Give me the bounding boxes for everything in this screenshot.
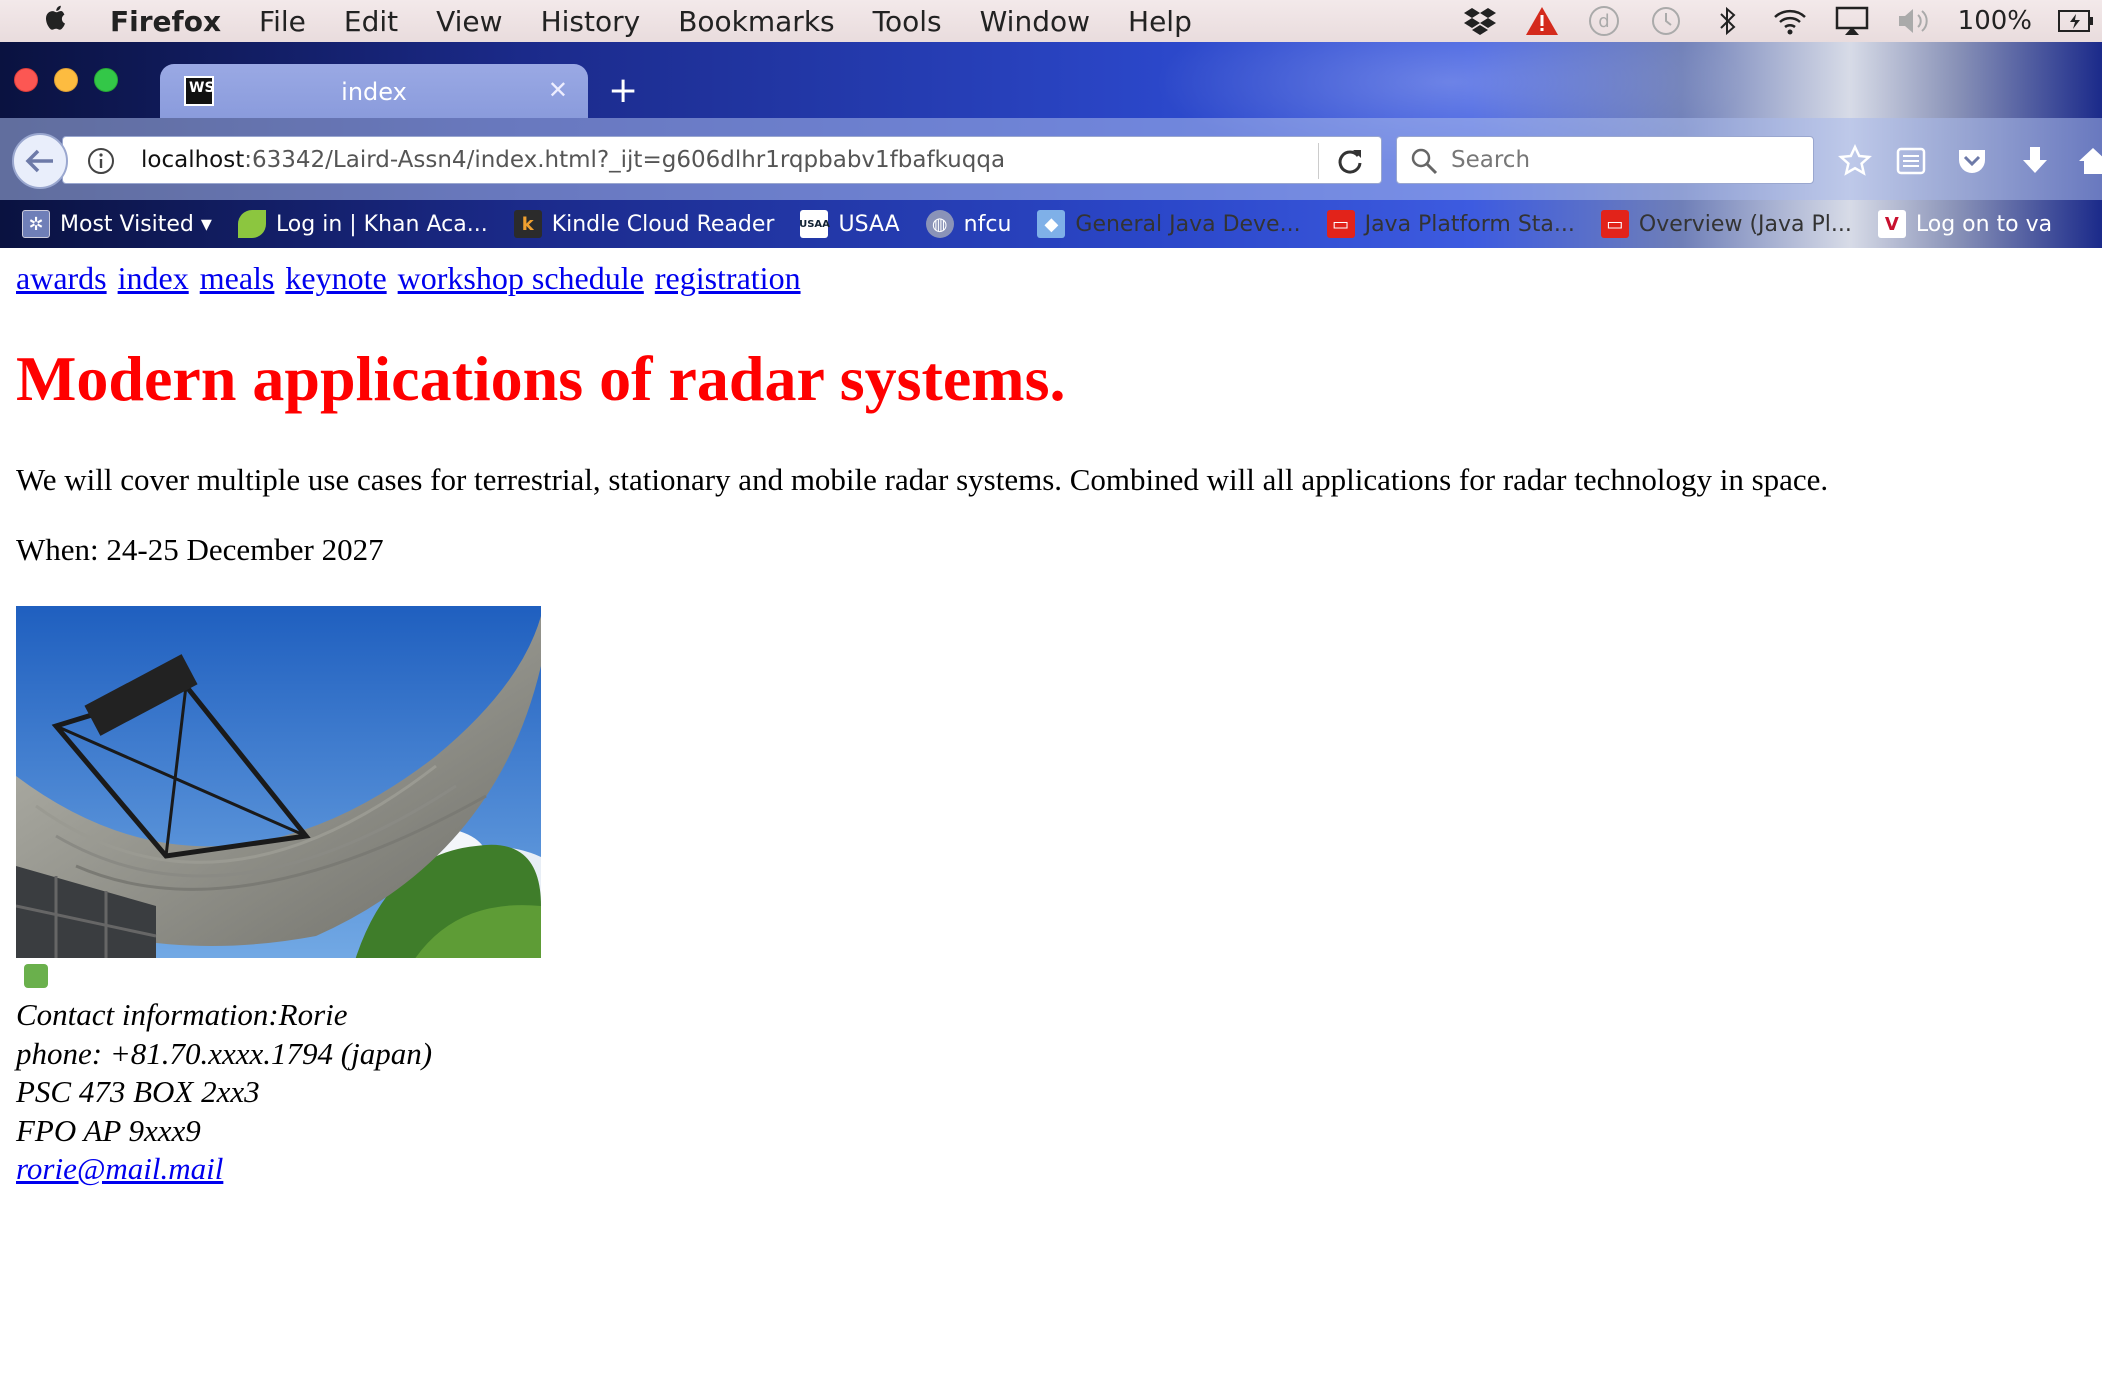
- bookmark-label: USAA: [838, 211, 900, 237]
- menu-app-name[interactable]: Firefox: [110, 5, 221, 38]
- reading-list-icon[interactable]: [1894, 144, 1928, 178]
- info-icon[interactable]: [87, 147, 115, 175]
- menu-edit[interactable]: Edit: [344, 5, 398, 38]
- event-date: When: 24-25 December 2027: [16, 532, 384, 567]
- bookmark-label: nfcu: [963, 211, 1012, 237]
- minimize-window-button[interactable]: [54, 68, 78, 92]
- battery-percent: 100%: [1957, 6, 2032, 36]
- nav-link-meals[interactable]: meals: [200, 260, 275, 296]
- page-heading: Modern applications of radar systems.: [16, 343, 1066, 414]
- gear-icon: ✲: [22, 210, 50, 238]
- menu-bookmarks[interactable]: Bookmarks: [678, 5, 834, 38]
- url-path: :63342/Laird-Assn4/index.html?_ijt=g606d…: [244, 147, 1006, 173]
- bookmark-label: Most Visited ▾: [60, 211, 212, 237]
- search-bar[interactable]: Search: [1396, 136, 1814, 184]
- oracle-icon: ▭: [1326, 210, 1355, 238]
- contact-address-line-2: FPO AP 9xxx9: [16, 1112, 201, 1148]
- menu-help[interactable]: Help: [1128, 5, 1192, 38]
- warning-icon[interactable]: [1524, 5, 1560, 37]
- menu-view[interactable]: View: [436, 5, 502, 38]
- bookmark-label: General Java Deve...: [1075, 211, 1301, 237]
- menu-tools[interactable]: Tools: [873, 5, 942, 38]
- d-circle-icon[interactable]: d: [1586, 5, 1622, 37]
- cube-icon: ◆: [1037, 210, 1066, 238]
- contact-phone: phone: +81.70.xxxx.1794 (japan): [16, 1035, 433, 1071]
- tab-close-icon[interactable]: ✕: [548, 76, 568, 104]
- nav-link-workshop-schedule[interactable]: workshop schedule: [398, 260, 644, 296]
- bookmark-label: Log in | Khan Aca...: [275, 211, 488, 237]
- bookmarks-toolbar: ✲ Most Visited ▾ Log in | Khan Aca... k …: [0, 200, 2102, 248]
- pocket-icon[interactable]: [1955, 144, 1989, 178]
- bookmark-most-visited[interactable]: ✲ Most Visited ▾: [22, 210, 212, 238]
- zoom-window-button[interactable]: [94, 68, 118, 92]
- url-host: localhost: [141, 147, 245, 173]
- radar-dish-photo: [16, 606, 541, 994]
- tab-title: index: [341, 78, 407, 106]
- back-button[interactable]: [12, 133, 68, 189]
- bookmark-label: Overview (Java Pl...: [1638, 211, 1852, 237]
- url-separator: [1318, 143, 1319, 179]
- new-tab-button[interactable]: +: [608, 70, 638, 111]
- kindle-icon: k: [513, 210, 542, 238]
- contact-info: Contact information:Rorie phone: +81.70.…: [16, 996, 432, 1189]
- tab-index[interactable]: WS index ✕: [160, 64, 588, 118]
- search-icon: [1411, 148, 1438, 175]
- globe-icon: ◍: [925, 210, 954, 238]
- nav-link-keynote[interactable]: keynote: [285, 260, 386, 296]
- bookmark-kindle-cloud-reader[interactable]: k Kindle Cloud Reader: [513, 210, 775, 238]
- bookmark-label: Kindle Cloud Reader: [551, 211, 775, 237]
- search-placeholder: Search: [1451, 147, 1531, 173]
- battery-icon[interactable]: [2058, 5, 2094, 37]
- event-description: We will cover multiple use cases for ter…: [16, 462, 1829, 497]
- usaa-icon: USAA: [799, 210, 830, 238]
- bookmark-overview-java[interactable]: ▭ Overview (Java Pl...: [1600, 210, 1852, 238]
- volume-icon[interactable]: [1896, 5, 1932, 37]
- bookmark-label: Java Platform Sta...: [1364, 211, 1575, 237]
- reload-icon[interactable]: [1335, 146, 1365, 176]
- bookmark-khan-academy[interactable]: Log in | Khan Aca...: [237, 210, 488, 238]
- bookmark-usaa[interactable]: USAA USAA: [799, 210, 900, 238]
- bookmark-log-on-to-va[interactable]: V Log on to va: [1877, 210, 2053, 238]
- nav-link-awards[interactable]: awards: [16, 260, 107, 296]
- dropbox-icon[interactable]: [1462, 5, 1498, 37]
- oracle-icon: ▭: [1600, 210, 1629, 238]
- nav-link-registration[interactable]: registration: [655, 260, 801, 296]
- bookmark-java-platform[interactable]: ▭ Java Platform Sta...: [1326, 210, 1575, 238]
- back-arrow-icon: [25, 149, 53, 173]
- navigation-toolbar: localhost:63342/Laird-Assn4/index.html?_…: [0, 118, 2102, 200]
- browser-chrome: WS index ✕ + localhost:63342/Laird-Assn4…: [0, 42, 2102, 248]
- contact-email-link[interactable]: rorie@mail.mail: [16, 1151, 223, 1186]
- download-icon[interactable]: [2018, 144, 2052, 178]
- menu-file[interactable]: File: [259, 5, 306, 38]
- svg-text:d: d: [1598, 11, 1609, 32]
- contact-name: Contact information:Rorie: [16, 997, 348, 1032]
- url-bar[interactable]: localhost:63342/Laird-Assn4/index.html?_…: [62, 136, 1382, 184]
- nav-link-index[interactable]: index: [118, 260, 189, 296]
- leaf-icon: [237, 210, 266, 238]
- web-page: awards index meals keynote workshop sche…: [0, 248, 2102, 1376]
- status-area: d 100%: [1462, 0, 2094, 42]
- bookmark-general-java[interactable]: ◆ General Java Deve...: [1037, 210, 1301, 238]
- bookmark-nfcu[interactable]: ◍ nfcu: [925, 210, 1012, 238]
- menu-window[interactable]: Window: [980, 5, 1090, 38]
- apple-icon[interactable]: [40, 5, 70, 37]
- airplay-icon[interactable]: [1834, 5, 1870, 37]
- time-machine-icon[interactable]: [1648, 5, 1684, 37]
- home-icon[interactable]: [2076, 144, 2102, 178]
- contact-address-line-1: PSC 473 BOX 2xx3: [16, 1074, 260, 1109]
- url-text: localhost:63342/Laird-Assn4/index.html?_…: [141, 147, 1005, 173]
- v-icon: V: [1877, 210, 1906, 238]
- site-navigation: awards index meals keynote workshop sche…: [16, 260, 804, 297]
- macos-menu-bar: Firefox File Edit View History Bookmarks…: [0, 0, 2102, 42]
- bluetooth-icon[interactable]: [1710, 5, 1746, 37]
- close-window-button[interactable]: [14, 68, 38, 92]
- wifi-icon[interactable]: [1772, 5, 1808, 37]
- menu-history[interactable]: History: [541, 5, 641, 38]
- bookmark-label: Log on to va: [1915, 211, 2053, 237]
- bookmark-star-icon[interactable]: [1838, 144, 1872, 178]
